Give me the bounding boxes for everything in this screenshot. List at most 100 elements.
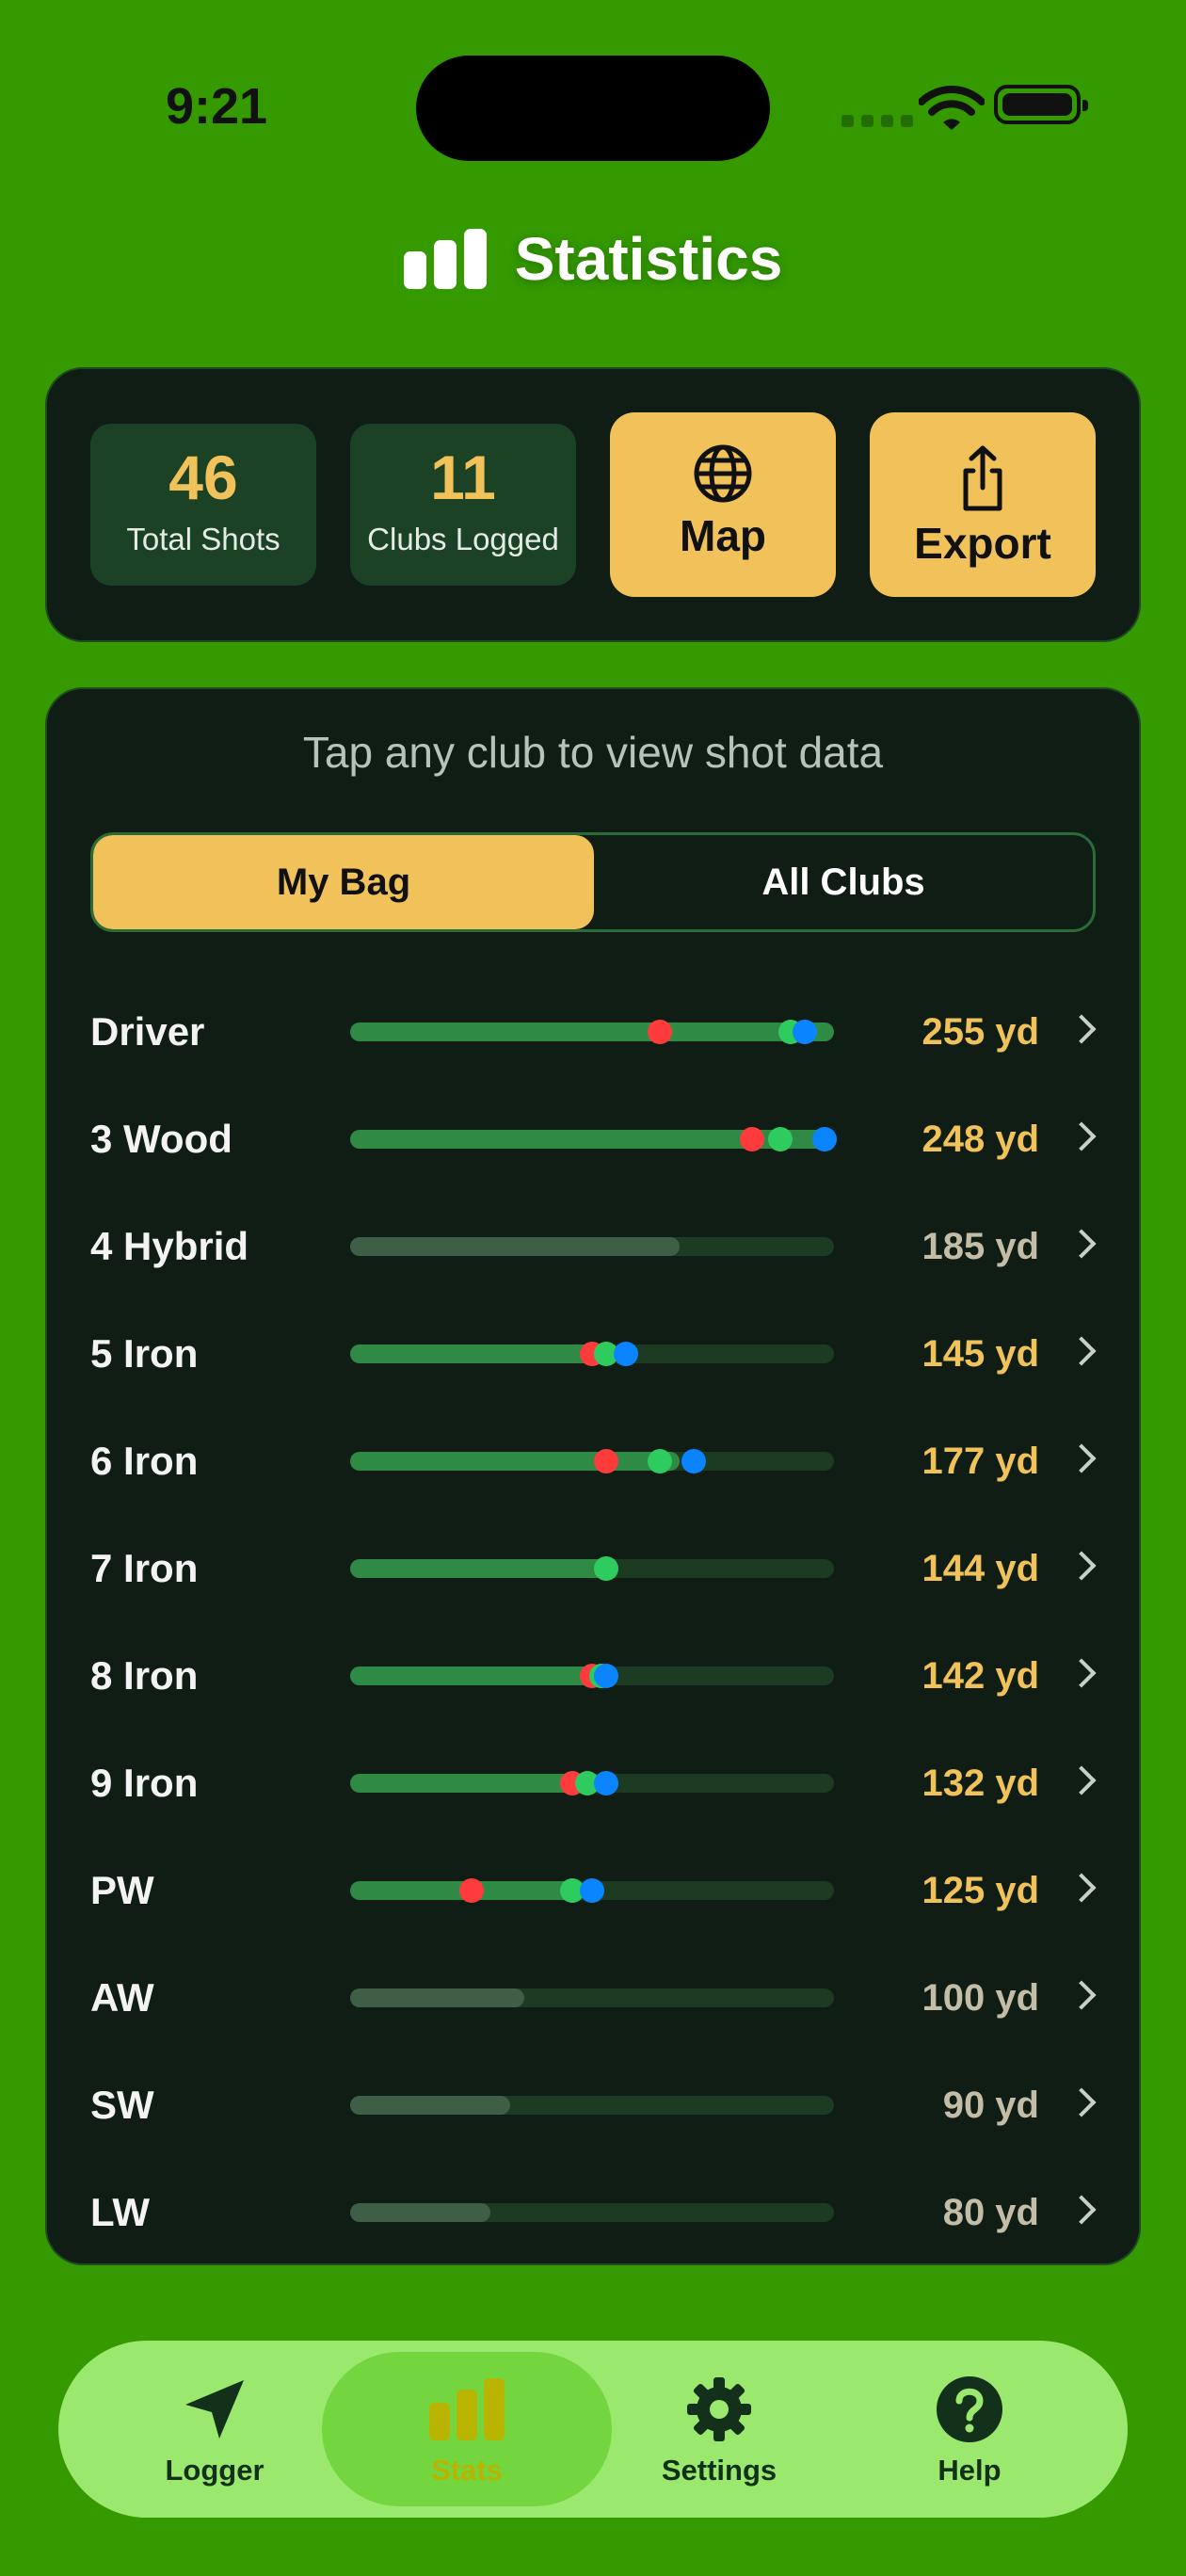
distance-track [350,1237,834,1256]
chevron-right-icon [1066,1121,1097,1151]
chevron-right-icon [1066,1873,1097,1903]
max-shot-marker [613,1342,638,1366]
distance-track [350,2203,834,2222]
max-shot-marker [811,1127,837,1151]
club-distance: 255 yd [922,1011,1039,1053]
club-distance: 125 yd [922,1870,1039,1911]
avg-shot-marker [594,1556,619,1581]
club-distance: 132 yd [922,1763,1039,1804]
club-name: 3 Wood [90,1117,232,1161]
tab-stats-label: Stats [431,2454,503,2487]
dynamic-island [416,56,770,161]
tab-settings[interactable]: Settings [616,2375,823,2487]
tab-help[interactable]: Help [866,2375,1073,2487]
distance-bar [350,1988,525,2007]
bar-chart-icon [429,2378,505,2440]
club-row[interactable]: 4 Hybrid 185 yd [90,1209,1097,1284]
distance-track [350,1020,834,1044]
max-shot-marker [681,1449,706,1473]
club-row[interactable]: LW 80 yd [90,2175,1097,2250]
location-arrow-icon [185,2380,244,2439]
club-name: 7 Iron [90,1546,199,1590]
club-row[interactable]: 6 Iron 177 yd [90,1424,1097,1499]
tab-my-bag[interactable]: My Bag [93,835,594,929]
export-button[interactable]: Export [870,412,1096,597]
clubs-logged-card: 11 Clubs Logged [350,424,576,586]
club-distance: 100 yd [922,1977,1039,2019]
club-row[interactable]: 8 Iron 142 yd [90,1638,1097,1714]
distance-bar [350,1344,617,1363]
club-name: LW [90,2190,150,2234]
page-title: Statistics [514,225,783,293]
distance-track [350,1988,834,2007]
club-distance: 80 yd [942,2192,1039,2233]
distance-bar [350,1559,607,1578]
club-name: 9 Iron [90,1761,199,1805]
distance-bar [350,1452,680,1471]
clubs-logged-label: Clubs Logged [367,522,559,556]
club-row[interactable]: 7 Iron 144 yd [90,1531,1097,1606]
distance-track [350,1342,834,1366]
chevron-right-icon [1066,1765,1097,1795]
list-hint: Tap any club to view shot data [302,728,884,777]
tab-all-clubs[interactable]: All Clubs [594,835,1093,929]
total-shots-value: 46 [168,443,238,512]
chevron-right-icon [1066,2087,1097,2117]
club-name: 5 Iron [90,1331,199,1376]
globe-icon [694,444,752,503]
max-shot-marker [594,1664,619,1688]
tab-logger[interactable]: Logger [111,2375,318,2487]
club-row[interactable]: AW 100 yd [90,1960,1097,2036]
club-distance: 177 yd [922,1441,1039,1482]
club-distance: 90 yd [942,2085,1039,2126]
distance-track [350,1878,834,1903]
status-time: 9:21 [166,78,268,135]
header: Statistics [0,217,1186,301]
chevron-right-icon [1066,1014,1097,1044]
distance-track [350,1664,834,1688]
map-button[interactable]: Map [610,412,836,597]
total-shots-card: 46 Total Shots [90,424,316,586]
club-row[interactable]: 9 Iron 132 yd [90,1746,1097,1821]
distance-bar [350,1774,583,1793]
club-distance: 145 yd [922,1333,1039,1375]
club-row[interactable]: 3 Wood 248 yd [90,1102,1097,1177]
share-icon [963,445,1002,511]
distance-bar [350,1022,834,1041]
max-shot-marker [580,1878,604,1903]
max-shot-marker [594,1771,619,1795]
chevron-right-icon [1066,1551,1097,1581]
distance-bar [350,2203,491,2222]
club-distance: 185 yd [922,1226,1039,1267]
min-shot-marker [458,1878,484,1903]
club-row[interactable]: SW 90 yd [90,2068,1097,2143]
bag-filter-segmented-control: My Bag All Clubs [90,832,1096,932]
club-row[interactable]: 5 Iron 145 yd [90,1316,1097,1392]
map-button-label: Map [680,511,766,560]
distance-bar [350,2096,510,2115]
distance-track [350,1771,834,1795]
club-name: 8 Iron [90,1653,199,1698]
distance-track [350,1449,834,1473]
distance-bar [350,1237,680,1256]
distance-track [350,2096,834,2115]
battery-icon [994,85,1088,124]
club-name: SW [90,2083,154,2127]
cellular-signal-icon [841,115,921,132]
chevron-right-icon [1066,1658,1097,1688]
bar-chart-icon [403,229,487,289]
question-circle-icon [937,2376,1002,2442]
club-row[interactable]: Driver 255 yd [90,994,1097,1070]
avg-shot-marker [647,1449,672,1473]
min-shot-marker [739,1127,764,1151]
club-row[interactable]: PW 125 yd [90,1853,1097,1928]
club-name: PW [90,1868,154,1912]
tab-stats[interactable]: Stats [363,2375,570,2487]
chevron-right-icon [1066,1980,1097,2010]
distance-track [350,1556,834,1581]
tab-settings-label: Settings [661,2454,777,2487]
club-name: Driver [90,1009,205,1054]
export-button-label: Export [914,519,1051,568]
chevron-right-icon [1066,1443,1097,1473]
club-distance: 142 yd [922,1655,1039,1697]
